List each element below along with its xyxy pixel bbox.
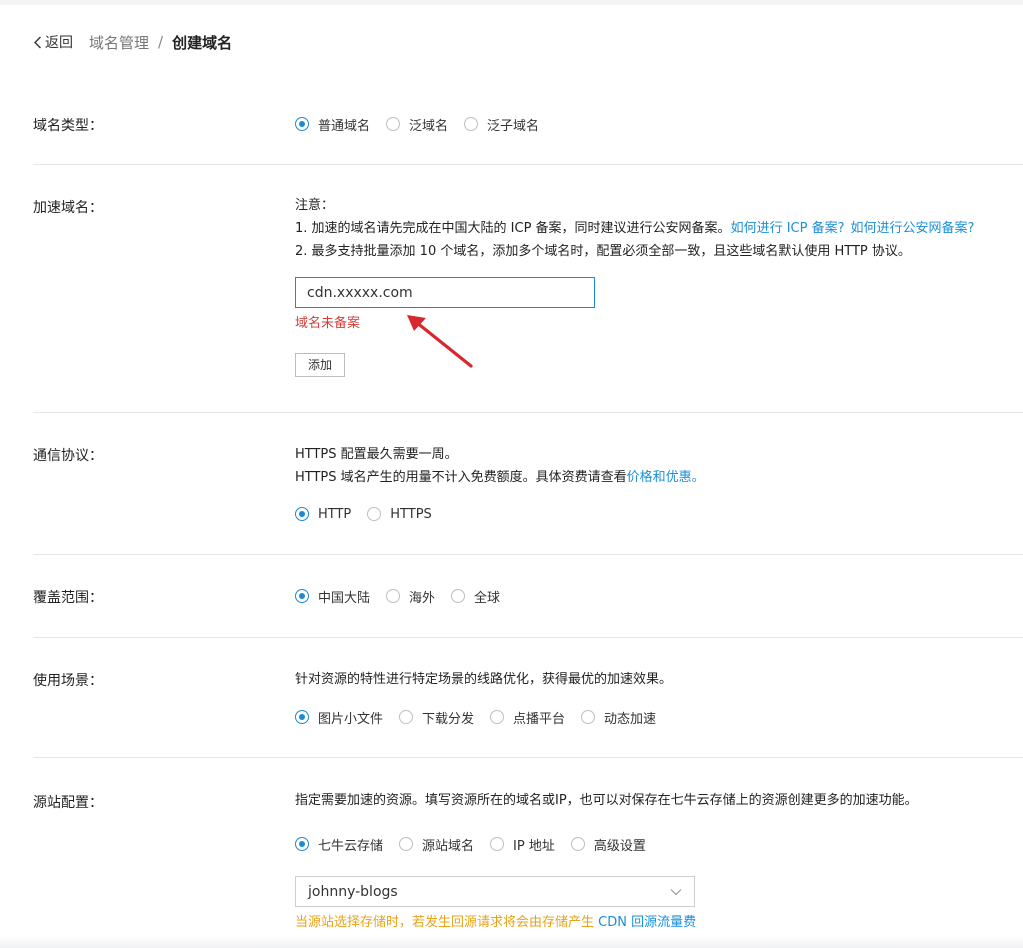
radio-dot	[581, 710, 596, 724]
coverage-label: 覆盖范围：	[33, 590, 103, 606]
radio-dot	[464, 117, 479, 131]
radio-dot	[490, 837, 505, 851]
top-strip	[0, 0, 1023, 5]
page-title: 创建域名	[172, 33, 233, 52]
breadcrumb-separator: /	[158, 33, 164, 51]
protocol-label: 通信协议：	[33, 448, 103, 464]
bucket-select-value: johnny-blogs	[308, 883, 398, 900]
radio-label: HTTP	[318, 506, 352, 522]
radio-label: 图片小文件	[318, 711, 384, 727]
radio-label: 泛子域名	[487, 118, 540, 134]
bottom-strip	[0, 935, 1023, 948]
radio-dot	[490, 710, 505, 724]
scenario-label: 使用场景：	[33, 673, 103, 689]
note-title: 注意：	[295, 198, 335, 213]
radio-label: 高级设置	[593, 838, 646, 854]
radio-advanced[interactable]: 高级设置	[570, 835, 646, 854]
domain-type-label: 域名类型：	[33, 118, 103, 134]
radio-dynamic[interactable]: 动态加速	[581, 708, 656, 727]
radio-origin-domain[interactable]: 源站域名	[399, 835, 474, 854]
radio-label: 普通域名	[318, 118, 371, 134]
radio-dot	[295, 837, 309, 851]
origin-warning: 当源站选择存储时，若发生回源请求将会由存储产生 CDN 回源流量费	[295, 911, 696, 930]
protocol-line-1: HTTPS 配置最久需要一周。	[295, 447, 458, 462]
add-domain-button[interactable]: 添加	[295, 353, 346, 377]
origin-warning-text: 当源站选择存储时，若发生回源请求将会由存储产生	[295, 915, 599, 930]
origin-radio-group: 七牛云存储 源站域名 IP 地址 高级设置	[295, 834, 662, 854]
breadcrumb: 返回 域名管理 / 创建域名	[33, 32, 232, 52]
radio-http[interactable]: HTTP	[295, 507, 351, 522]
chevron-down-icon	[670, 888, 682, 895]
protocol-info: HTTPS 配置最久需要一周。 HTTPS 域名产生的用量不计入免费额度。具体资…	[295, 443, 705, 489]
section-coverage: 覆盖范围： 中国大陆 海外 全球	[33, 554, 1023, 638]
protocol-line-2: HTTPS 域名产生的用量不计入免费额度。具体资费请查看价格和优惠。	[295, 466, 705, 489]
radio-qiniu-storage[interactable]: 七牛云存储	[295, 835, 383, 854]
origin-label: 源站配置：	[33, 795, 103, 811]
domain-type-radio-group: 普通域名 泛域名 泛子域名	[295, 114, 555, 134]
icp-filing-link[interactable]: 如何进行 ICP 备案?	[731, 221, 845, 236]
cdn-backsource-fee-link[interactable]: CDN 回源流量费	[598, 915, 696, 930]
radio-label: 源站域名	[422, 838, 475, 854]
radio-dot	[451, 589, 466, 603]
pricing-link[interactable]: 价格和优惠。	[627, 470, 705, 485]
police-filing-link[interactable]: 如何进行公安网备案?	[850, 221, 974, 236]
chevron-left-icon	[34, 36, 41, 48]
domain-input[interactable]	[295, 277, 595, 308]
accel-domain-notes: 注意： 1. 加速的域名请先完成在中国大陆的 ICP 备案，同时建议进行公安网备…	[295, 194, 974, 263]
radio-label: 下载分发	[422, 711, 475, 727]
radio-dot	[295, 117, 309, 131]
bucket-select[interactable]: johnny-blogs	[295, 876, 695, 907]
radio-download[interactable]: 下载分发	[399, 708, 474, 727]
radio-label: IP 地址	[513, 838, 555, 854]
radio-global[interactable]: 全球	[451, 587, 500, 606]
radio-label: 全球	[474, 590, 501, 606]
note-2: 2. 最多支持批量添加 10 个域名，添加多个域名时，配置必须全部一致，且这些域…	[295, 244, 911, 259]
radio-label: 点播平台	[513, 711, 566, 727]
radio-dot	[386, 589, 401, 603]
section-origin: 源站配置： 指定需要加速的资源。填写资源所在的域名或IP，也可以对保存在七牛云存…	[33, 757, 1023, 933]
radio-mainland-china[interactable]: 中国大陆	[295, 587, 370, 606]
note-1-text: 1. 加速的域名请先完成在中国大陆的 ICP 备案，同时建议进行公安网备案。	[295, 221, 731, 236]
radio-normal-domain[interactable]: 普通域名	[295, 115, 370, 134]
scenario-description: 针对资源的特性进行特定场景的线路优化，获得最优的加速效果。	[295, 672, 673, 687]
section-domain-type: 域名类型： 普通域名 泛域名 泛子域名	[33, 82, 1023, 165]
radio-small-images[interactable]: 图片小文件	[295, 708, 383, 727]
back-label: 返回	[45, 35, 73, 51]
coverage-radio-group: 中国大陆 海外 全球	[295, 586, 516, 606]
section-accel-domain: 加速域名： 注意： 1. 加速的域名请先完成在中国大陆的 ICP 备案，同时建议…	[33, 164, 1023, 413]
radio-label: 泛域名	[409, 118, 449, 134]
radio-label: 七牛云存储	[318, 838, 384, 854]
radio-vod[interactable]: 点播平台	[490, 708, 565, 727]
protocol-line-2-text: HTTPS 域名产生的用量不计入免费额度。具体资费请查看	[295, 470, 627, 485]
radio-label: HTTPS	[390, 506, 432, 522]
radio-dot	[386, 117, 401, 131]
radio-wildcard-domain[interactable]: 泛域名	[386, 115, 448, 134]
origin-description: 指定需要加速的资源。填写资源所在的域名或IP，也可以对保存在七牛云存储上的资源创…	[295, 793, 918, 808]
radio-overseas[interactable]: 海外	[386, 587, 435, 606]
radio-dot	[399, 837, 414, 851]
breadcrumb-domain-management[interactable]: 域名管理	[89, 32, 149, 53]
radio-dot	[399, 710, 414, 724]
section-scenario: 使用场景： 针对资源的特性进行特定场景的线路优化，获得最优的加速效果。 图片小文…	[33, 637, 1023, 758]
radio-https[interactable]: HTTPS	[367, 507, 432, 522]
radio-ip-address[interactable]: IP 地址	[490, 835, 555, 854]
back-button[interactable]: 返回	[33, 32, 73, 52]
scenario-radio-group: 图片小文件 下载分发 点播平台 动态加速	[295, 707, 672, 727]
radio-dot	[570, 837, 585, 851]
radio-wildcard-subdomain[interactable]: 泛子域名	[464, 115, 539, 134]
section-protocol: 通信协议： HTTPS 配置最久需要一周。 HTTPS 域名产生的用量不计入免费…	[33, 412, 1023, 555]
radio-dot	[295, 507, 309, 521]
annotation-arrow-icon	[407, 315, 473, 368]
radio-dot	[295, 710, 309, 724]
domain-error-message: 域名未备案	[295, 316, 361, 331]
radio-label: 海外	[409, 590, 436, 606]
protocol-radio-group: HTTP HTTPS	[295, 504, 448, 524]
radio-label: 动态加速	[604, 711, 657, 727]
radio-dot	[295, 589, 309, 603]
accel-domain-label: 加速域名：	[33, 200, 103, 216]
radio-label: 中国大陆	[318, 590, 371, 606]
radio-dot	[367, 507, 382, 521]
note-1: 1. 加速的域名请先完成在中国大陆的 ICP 备案，同时建议进行公安网备案。如何…	[295, 217, 974, 240]
